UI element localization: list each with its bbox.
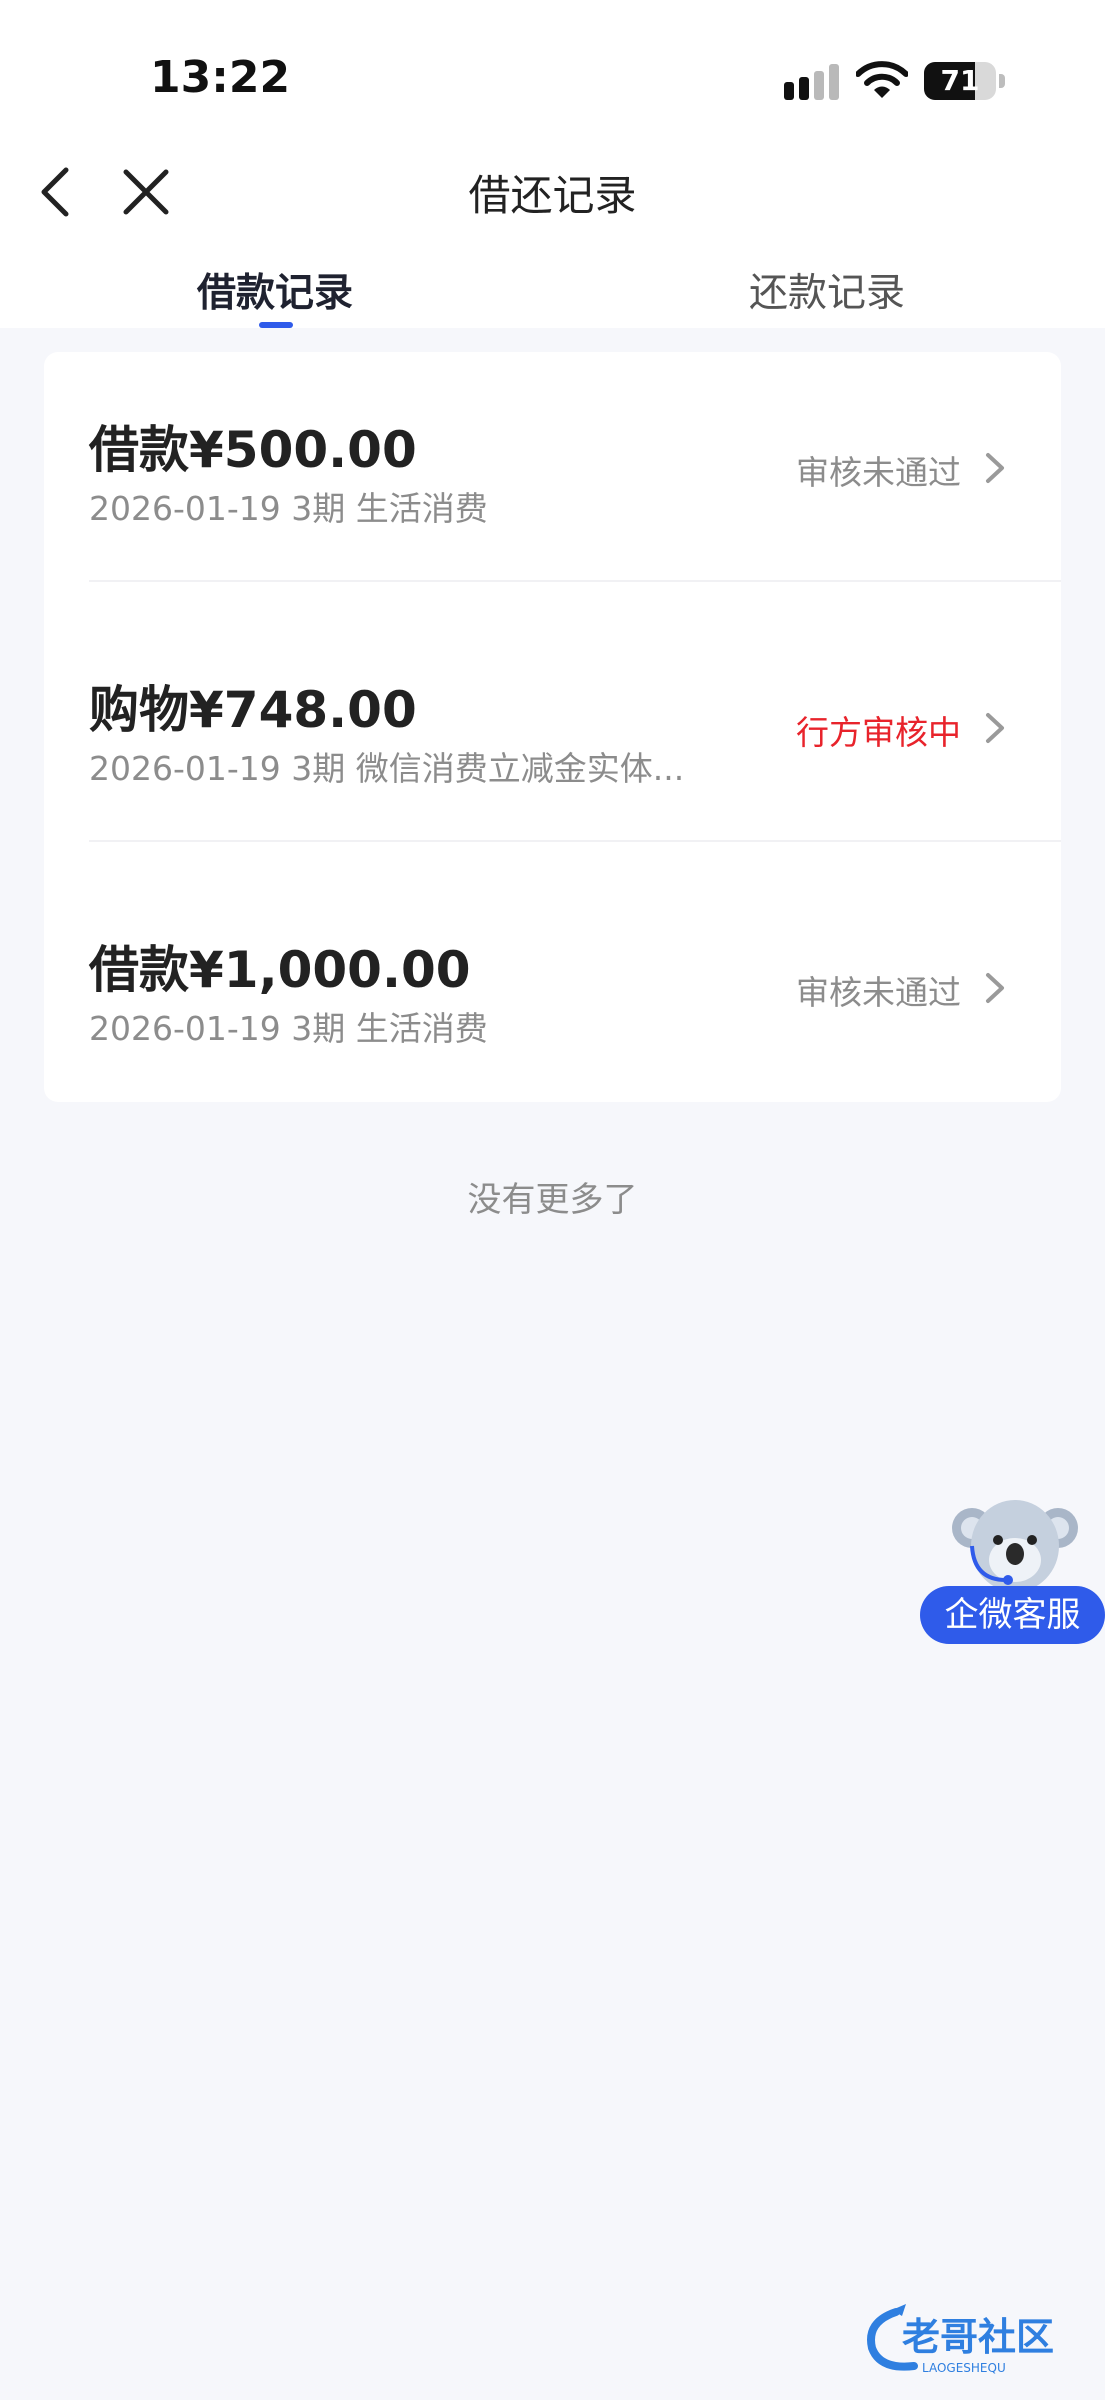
status-time: 13:22	[150, 52, 291, 103]
record-meta: 2026-01-19 3期 生活消费	[89, 1009, 488, 1048]
battery-level: 71	[940, 64, 980, 97]
wifi-icon	[856, 61, 908, 98]
customer-service-button[interactable]: 企微客服	[920, 1488, 1105, 1648]
chevron-right-icon	[986, 453, 1004, 483]
record-amount: 借款¥500.00	[89, 421, 417, 479]
record-meta: 2026-01-19 3期 微信消费立减金实体...	[89, 749, 685, 788]
svg-text:LAOGESHEQU: LAOGESHEQU	[922, 2361, 1006, 2375]
svg-text:老哥社区: 老哥社区	[902, 2315, 1054, 2359]
record-status: 行方审核中	[796, 713, 961, 752]
record-status: 审核未通过	[796, 453, 961, 492]
record-item[interactable]: 借款¥1,000.00 2026-01-19 3期 生活消费 审核未通过	[44, 872, 1061, 1132]
no-more-text: 没有更多了	[467, 1180, 638, 1220]
customer-service-label: 企微客服	[920, 1586, 1105, 1644]
page-title: 借还记录	[468, 171, 637, 220]
tab-loan-records[interactable]: 借款记录	[125, 262, 425, 318]
record-item[interactable]: 购物¥748.00 2026-01-19 3期 微信消费立减金实体... 行方审…	[44, 612, 1061, 872]
koala-mascot-icon	[952, 1500, 1078, 1592]
signal-icon	[784, 64, 839, 100]
chevron-right-icon	[986, 713, 1004, 743]
divider	[89, 580, 1061, 582]
tab-repayment-records[interactable]: 还款记录	[677, 262, 977, 318]
record-amount: 借款¥1,000.00	[89, 941, 471, 999]
records-list: 借款¥500.00 2026-01-19 3期 生活消费 审核未通过 购物¥74…	[44, 352, 1061, 1102]
battery-icon: 71	[924, 62, 1006, 100]
header-area: 13:22 71 借还记录 借款记录 还款记录	[0, 0, 1105, 328]
record-meta: 2026-01-19 3期 生活消费	[89, 489, 488, 528]
record-item[interactable]: 借款¥500.00 2026-01-19 3期 生活消费 审核未通过	[44, 352, 1061, 612]
record-status: 审核未通过	[796, 973, 961, 1012]
divider	[89, 840, 1061, 842]
active-tab-indicator	[259, 322, 293, 328]
record-amount: 购物¥748.00	[89, 681, 417, 739]
watermark-logo: 老哥社区 LAOGESHEQU	[867, 2304, 1054, 2375]
chevron-right-icon	[986, 973, 1004, 1003]
